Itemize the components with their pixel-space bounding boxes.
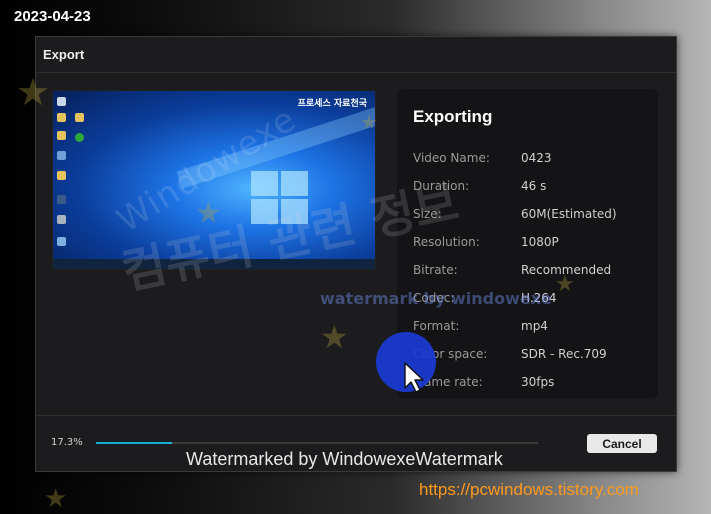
info-label: Codec: (413, 291, 455, 305)
info-value: mp4 (521, 319, 548, 333)
info-row-codec: Codec: H.264 (413, 284, 653, 312)
desktop-icon (57, 97, 66, 106)
info-value: 1080P (521, 235, 559, 249)
info-rows: Video Name: 0423 Duration: 46 s Size: 60… (413, 144, 653, 396)
desktop-icon (57, 237, 66, 246)
desktop-icon (57, 151, 66, 160)
info-row-resolution: Resolution: 1080P (413, 228, 653, 256)
export-dialog: Export 프로세스 자료천국 Exporting Video Name: 0… (35, 36, 677, 472)
info-value: Recommended (521, 263, 612, 277)
exporting-heading: Exporting (413, 107, 493, 126)
export-info-panel: Exporting Video Name: 0423 Duration: 46 … (397, 89, 658, 398)
desktop-icon (57, 113, 66, 122)
desktop-icon (57, 195, 66, 204)
star-icon: ★ (44, 484, 68, 514)
cancel-button[interactable]: Cancel (587, 434, 657, 453)
desktop-icon (57, 215, 66, 224)
desktop-icon (75, 133, 84, 142)
progress-percent: 17.3% (51, 437, 83, 448)
info-value: SDR - Rec.709 (521, 347, 607, 361)
info-row-bitrate: Bitrate: Recommended (413, 256, 653, 284)
info-row-video-name: Video Name: 0423 (413, 144, 653, 172)
info-row-frame-rate: Frame rate: 30fps (413, 368, 653, 396)
progress-fill (96, 442, 173, 444)
info-label: Video Name: (413, 151, 490, 165)
taskbar (53, 259, 375, 269)
info-value: 46 s (521, 179, 547, 193)
info-label: Bitrate: (413, 263, 458, 277)
info-row-duration: Duration: 46 s (413, 172, 653, 200)
info-label: Size: (413, 207, 442, 221)
date-stamp: 2023-04-23 (14, 8, 91, 25)
windows-logo-icon (251, 171, 309, 225)
info-row-size: Size: 60M(Estimated) (413, 200, 653, 228)
info-label: Resolution: (413, 235, 480, 249)
mouse-pointer-icon (404, 362, 424, 393)
desktop-icon (57, 131, 66, 140)
info-value: 0423 (521, 151, 552, 165)
info-label: Format: (413, 319, 460, 333)
site-url: https://pcwindows.tistory.com (419, 480, 639, 499)
info-row-format: Format: mp4 (413, 312, 653, 340)
export-footer: 17.3% Cancel (36, 415, 676, 472)
progress-bar (96, 442, 538, 444)
preview-overlay-text: 프로세스 자료천국 (297, 99, 367, 109)
info-value: H.264 (521, 291, 557, 305)
info-label: Duration: (413, 179, 470, 193)
dialog-title: Export (43, 47, 85, 62)
info-value: 30fps (521, 375, 555, 389)
info-value: 60M(Estimated) (521, 207, 617, 221)
title-bar: Export (36, 37, 676, 73)
desktop-icon (75, 113, 84, 122)
desktop-wallpaper (53, 91, 375, 269)
info-row-color-space: Color space: SDR - Rec.709 (413, 340, 653, 368)
desktop-icon (57, 171, 66, 180)
video-preview: 프로세스 자료천국 (52, 90, 376, 270)
